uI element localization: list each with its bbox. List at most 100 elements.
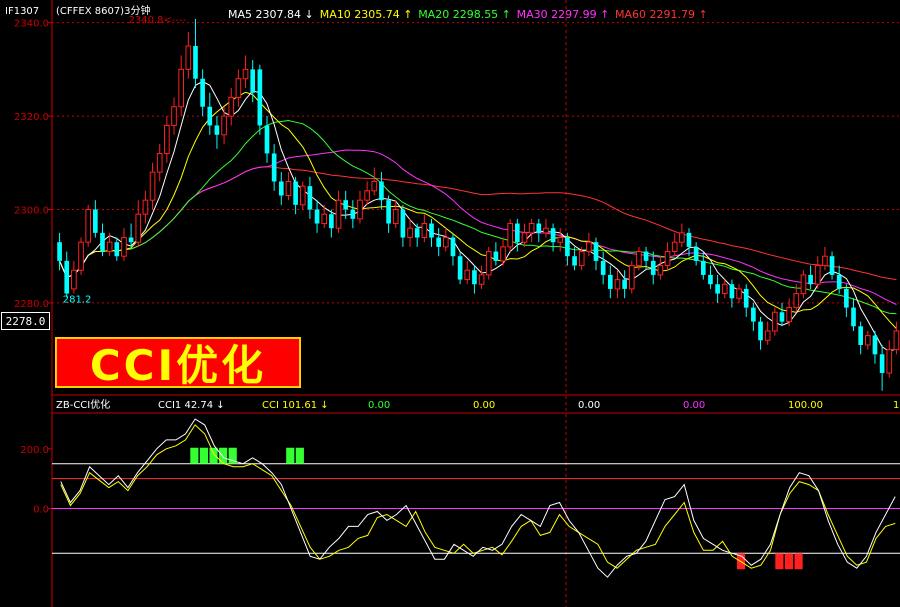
low-annotation-left: 281.2 [63, 294, 92, 305]
candle-body-up [149, 171, 156, 201]
candle-body-down [457, 256, 463, 280]
candle-body-up [772, 311, 778, 332]
candle-body-down [607, 274, 613, 289]
candle-body-down [751, 307, 756, 322]
candle-body-up [793, 293, 800, 309]
candle-body-down [729, 284, 735, 299]
candle-body-up [664, 251, 671, 267]
y-tick-label: 2320.0 [14, 112, 49, 123]
buy-signal-bar [209, 447, 218, 464]
cci1-line [60, 424, 896, 569]
candle-body-down [515, 223, 520, 243]
candle-body-up [321, 213, 328, 225]
candle-body-up [164, 124, 170, 154]
candle-body-up [657, 265, 664, 276]
ma-label-3: MA30 2297.99 ↑ [517, 8, 610, 21]
ma5-line [59, 80, 897, 353]
candle-body-down [472, 270, 477, 285]
indicator-value-1: 0.00 [473, 400, 495, 411]
buy-signal-bar [219, 447, 228, 464]
candle-body-up [628, 265, 635, 290]
candle-body-down [271, 153, 277, 182]
candle-body-up [578, 251, 585, 267]
ma-label-1: MA10 2305.74 ↑ [320, 8, 413, 21]
sell-signal-bar [784, 553, 794, 570]
ma-label-4: MA60 2291.79 ↑ [615, 8, 708, 21]
candle-body-up [299, 185, 306, 206]
indicator-name: ZB-CCI优化 [56, 398, 110, 411]
candle-body-down [436, 237, 441, 247]
candle-body-down [686, 232, 692, 247]
candle-body-down [565, 237, 570, 257]
high-annotation: 2340.8<---- [129, 15, 187, 26]
candle-body-up [185, 45, 192, 70]
chart-canvas: IF1307 (CFFEX 8607)3分钟 MA5 2307.84 ↓ MA10 2… [5, 0, 900, 607]
candle-body-up [242, 68, 249, 80]
ind-y-tick-label: 200.0 [20, 445, 49, 456]
candle-body-up [228, 96, 235, 117]
candle-body-down [293, 181, 298, 205]
ma-label-0: MA5 2307.84 ↓ [228, 8, 314, 21]
candle-body-down [207, 106, 213, 126]
banner: CCI优化 [55, 337, 301, 390]
candle-body-down [708, 274, 713, 285]
candle-body-up [557, 237, 564, 243]
candle-body-up [178, 68, 184, 108]
y-tick-label: 2280.0 [14, 299, 49, 310]
candle-body-up [357, 199, 363, 220]
y-tick-label: 2300.0 [14, 206, 49, 217]
candle-body-down [844, 288, 849, 308]
cci1-label: CCI1 42.74 ↓ [158, 400, 225, 411]
candle-body-down [114, 242, 120, 257]
candle-body-up [485, 251, 492, 276]
candle-body-up [736, 288, 742, 299]
candle-body-down [329, 214, 334, 229]
candle-body-up [364, 190, 370, 201]
candle-body-down [836, 274, 842, 289]
candle-body-up [142, 199, 149, 215]
candle-body-down [872, 335, 878, 355]
candle-body-down [386, 200, 391, 224]
candle-body-up [421, 223, 428, 239]
candle-body-down [379, 181, 384, 201]
candle-body-down [693, 246, 699, 261]
candle-body-up [786, 307, 792, 323]
candle-body-down [264, 125, 270, 154]
ma-label-2: MA20 2298.55 ↑ [418, 8, 511, 21]
candle-body-up [764, 330, 771, 341]
candle-body-down [250, 69, 256, 93]
candle-body-up [407, 227, 413, 239]
ma10-line [59, 91, 897, 329]
candle-body-down [128, 237, 134, 243]
candle-body-down [600, 260, 606, 275]
candle-body-down [93, 209, 98, 233]
candle-body-up [335, 199, 342, 229]
candle-body-down [808, 274, 813, 285]
ma30-line [59, 149, 897, 305]
indicator-value-3: 0.00 [683, 400, 705, 411]
candle-body-down [314, 209, 320, 224]
y-tick-label: 2340.0 [14, 19, 49, 30]
candle-body-down [414, 228, 420, 238]
candle-body-up [106, 241, 113, 253]
candle-body-down [257, 69, 263, 126]
current-price-box: 2278.0 [1, 312, 50, 330]
candle-body-up [636, 251, 642, 267]
candle-body-down [743, 288, 749, 308]
candle-body-down [758, 321, 763, 341]
candle-body-down [450, 237, 456, 257]
candle-body-up [614, 279, 621, 290]
candle-body-down [879, 354, 885, 373]
indicator-value-5: 1 [893, 400, 899, 411]
candle-body-up [893, 330, 900, 351]
candle-body-down [57, 242, 62, 261]
buy-signal-bar [295, 447, 304, 464]
candle-body-up [371, 180, 378, 192]
candle-body-up [500, 246, 506, 262]
candle-body-up [392, 209, 399, 225]
candle-body-down [200, 78, 205, 107]
buy-signal-bar [199, 447, 209, 464]
candle-body-up [464, 269, 471, 281]
candle-body-up [864, 335, 871, 346]
candle-body-down [700, 260, 706, 275]
